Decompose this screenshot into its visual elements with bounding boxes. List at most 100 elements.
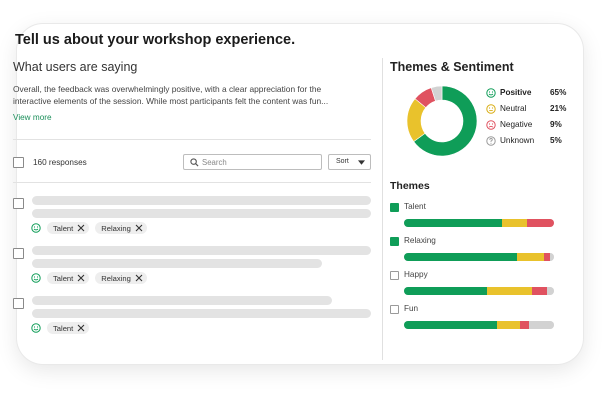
search-box[interactable] <box>183 154 322 170</box>
theme-row-talent[interactable]: Talent <box>390 200 568 234</box>
response-tags: Talent Relaxing <box>31 272 153 284</box>
response-item[interactable]: Talent <box>13 294 371 344</box>
smile-icon <box>31 223 41 233</box>
bar-segment-positive <box>404 253 517 261</box>
tag-chip[interactable]: Relaxing <box>95 272 147 284</box>
bar-segment-negative <box>527 219 554 227</box>
response-text-placeholder <box>32 196 371 205</box>
legend-row-negative: Negative 9% <box>486 119 572 135</box>
response-text-placeholder <box>32 246 371 255</box>
theme-name: Happy <box>404 270 428 279</box>
themes-title: Themes <box>390 180 430 192</box>
response-checkbox[interactable] <box>13 298 24 309</box>
section-title: What users are saying <box>13 60 138 74</box>
response-text-placeholder <box>32 209 371 218</box>
legend-label: Positive <box>500 88 532 97</box>
tag-label: Talent <box>53 223 74 233</box>
responses-toolbar: 160 responses Sort <box>13 140 371 180</box>
theme-checkbox[interactable] <box>390 237 399 246</box>
tag-label: Relaxing <box>101 273 131 283</box>
question-icon <box>486 136 496 146</box>
close-icon[interactable] <box>135 224 143 232</box>
legend-percent: 5% <box>550 136 562 145</box>
bar-segment-unknown <box>549 253 554 261</box>
theme-row-happy[interactable]: Happy <box>390 268 568 302</box>
close-icon[interactable] <box>77 274 85 282</box>
sentiment-section: Positive 65% Neutral 21% Negative 9% Unk… <box>390 82 568 166</box>
bar-segment-positive <box>404 321 497 329</box>
bar-segment-positive <box>404 287 487 295</box>
theme-sentiment-bar <box>404 321 554 329</box>
theme-name: Talent <box>404 202 426 211</box>
panel-divider <box>382 58 383 360</box>
tag-label: Relaxing <box>101 223 131 233</box>
tag-chip[interactable]: Talent <box>47 272 90 284</box>
response-tags: Talent Relaxing <box>31 222 153 234</box>
bar-segment-neutral <box>501 219 527 227</box>
legend-row-unknown: Unknown 5% <box>486 135 572 151</box>
theme-row-fun[interactable]: Fun <box>390 302 568 336</box>
close-icon[interactable] <box>77 324 85 332</box>
theme-name: Fun <box>404 304 419 313</box>
search-input[interactable] <box>202 156 318 168</box>
legend-percent: 21% <box>550 104 567 113</box>
bar-segment-positive <box>404 219 502 227</box>
smile-icon <box>31 323 41 333</box>
bar-segment-unknown <box>546 287 554 295</box>
tag-chip[interactable]: Talent <box>47 322 90 334</box>
legend-label: Unknown <box>500 136 535 145</box>
sort-label: Sort <box>336 158 349 165</box>
response-text-placeholder <box>32 309 371 318</box>
response-item[interactable]: Talent Relaxing <box>13 244 371 294</box>
frown-icon <box>486 120 496 130</box>
smile-icon <box>486 88 496 98</box>
page-title: Tell us about your workshop experience. <box>15 32 296 48</box>
legend-percent: 65% <box>550 88 567 97</box>
bar-segment-neutral <box>486 287 532 295</box>
responses-count: 160 responses <box>33 158 87 167</box>
tag-label: Talent <box>53 273 74 283</box>
theme-checkbox[interactable] <box>390 271 399 280</box>
search-icon <box>190 158 199 167</box>
smile-icon <box>31 273 41 283</box>
theme-sentiment-bar <box>404 287 554 295</box>
theme-row-relaxing[interactable]: Relaxing <box>390 234 568 268</box>
theme-checkbox[interactable] <box>390 203 399 212</box>
sort-dropdown[interactable]: Sort <box>328 154 371 170</box>
caret-down-icon <box>358 160 365 165</box>
sentiment-donut-chart <box>406 85 478 157</box>
response-checkbox[interactable] <box>13 198 24 209</box>
close-icon[interactable] <box>135 274 143 282</box>
close-icon[interactable] <box>77 224 85 232</box>
legend-row-neutral: Neutral 21% <box>486 103 572 119</box>
bar-segment-neutral <box>497 321 520 329</box>
analysis-title: Themes & Sentiment <box>390 60 514 74</box>
sentiment-legend: Positive 65% Neutral 21% Negative 9% Unk… <box>486 87 572 151</box>
response-checkbox[interactable] <box>13 248 24 259</box>
feedback-summary: Overall, the feedback was overwhelmingly… <box>13 84 329 106</box>
response-item[interactable]: Talent Relaxing <box>13 194 371 244</box>
bar-segment-negative <box>531 287 547 295</box>
feedback-panel: What users are saying Overall, the feedb… <box>13 58 371 344</box>
response-text-placeholder <box>32 259 322 268</box>
tag-label: Talent <box>53 323 74 333</box>
bar-segment-negative <box>519 321 529 329</box>
tag-chip[interactable]: Talent <box>47 222 90 234</box>
theme-sentiment-bar <box>404 253 554 261</box>
bar-segment-neutral <box>516 253 544 261</box>
divider <box>13 182 371 183</box>
response-text-placeholder <box>32 296 332 305</box>
view-more-link[interactable]: View more <box>13 113 52 122</box>
legend-row-positive: Positive 65% <box>486 87 572 103</box>
analysis-panel: Themes & Sentiment Positive 65% Neutral <box>390 58 568 336</box>
theme-name: Relaxing <box>404 236 436 245</box>
select-all-checkbox[interactable] <box>13 157 24 168</box>
response-tags: Talent <box>31 322 95 334</box>
theme-checkbox[interactable] <box>390 305 399 314</box>
legend-label: Negative <box>500 120 533 129</box>
neutral-face-icon <box>486 104 496 114</box>
bar-segment-unknown <box>528 321 554 329</box>
legend-label: Neutral <box>500 104 527 113</box>
tag-chip[interactable]: Relaxing <box>95 222 147 234</box>
legend-percent: 9% <box>550 120 562 129</box>
